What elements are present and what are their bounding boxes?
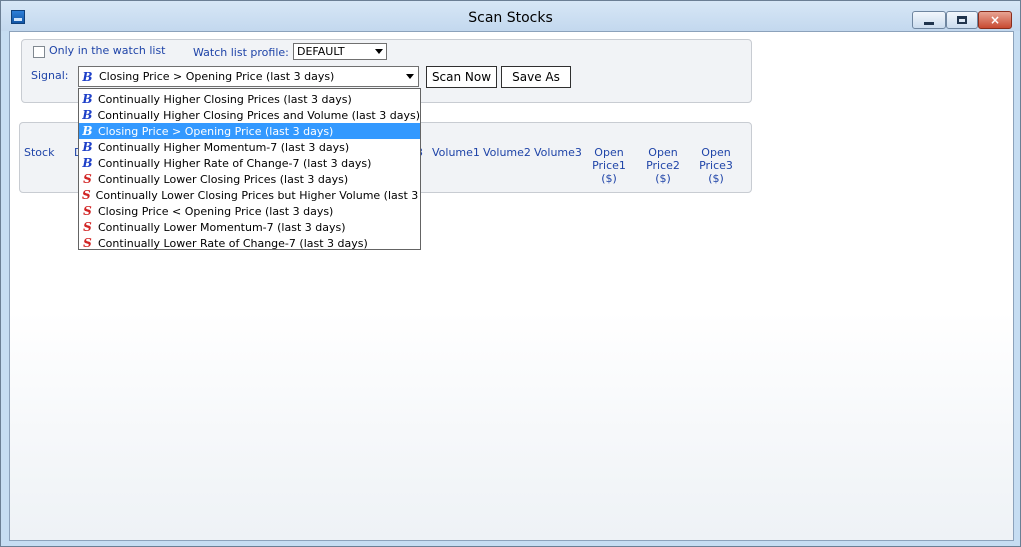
- close-button[interactable]: ×: [978, 11, 1012, 29]
- column-volume3[interactable]: Volume3: [534, 146, 582, 159]
- column-open-price2-line2: Price2 ($): [646, 159, 680, 185]
- buy-signal-icon: B: [82, 140, 93, 154]
- chevron-down-icon[interactable]: [402, 68, 417, 85]
- save-as-button[interactable]: Save As: [501, 66, 571, 88]
- title-bar[interactable]: Scan Stocks ×: [1, 1, 1020, 31]
- column-open-price1[interactable]: Open Price1 ($): [584, 146, 634, 185]
- watch-list-profile-label: Watch list profile:: [193, 46, 289, 59]
- buy-signal-icon: B: [82, 108, 93, 122]
- signal-option[interactable]: S Continually Lower Rate of Change-7 (las…: [79, 235, 420, 251]
- buy-signal-icon: B: [82, 156, 93, 170]
- signal-dropdown-list[interactable]: B Continually Higher Closing Prices (last…: [78, 88, 421, 250]
- column-open-price1-line1: Open: [594, 146, 624, 159]
- only-watch-list-label[interactable]: Only in the watch list: [49, 44, 166, 57]
- maximize-button[interactable]: [946, 11, 978, 29]
- signal-option-label: Continually Higher Closing Prices and Vo…: [97, 108, 420, 122]
- watch-list-profile-value: DEFAULT: [297, 45, 345, 58]
- column-open-price2-line1: Open: [648, 146, 678, 159]
- minimize-button[interactable]: [912, 11, 946, 29]
- signal-option[interactable]: B Continually Higher Rate of Change-7 (la…: [79, 155, 420, 171]
- signal-option-label: Continually Lower Closing Prices but Hig…: [95, 188, 420, 202]
- signal-option[interactable]: S Continually Lower Momentum-7 (last 3 da…: [79, 219, 420, 235]
- column-stock[interactable]: Stock: [24, 146, 54, 159]
- only-watch-list-checkbox[interactable]: [33, 46, 45, 58]
- signal-option-label: Continually Higher Closing Prices (last …: [98, 92, 352, 106]
- column-volume1[interactable]: Volume1: [432, 146, 480, 159]
- signal-option-label: Continually Lower Closing Prices (last 3…: [98, 172, 349, 186]
- minimize-icon: [924, 21, 934, 25]
- column-open-price2[interactable]: Open Price2 ($): [638, 146, 688, 185]
- chevron-down-icon[interactable]: [372, 45, 385, 58]
- signal-option-label: Continually Higher Momentum-7 (last 3 da…: [98, 140, 350, 154]
- column-open-price1-line2: Price1 ($): [592, 159, 626, 185]
- maximize-icon: [957, 16, 967, 24]
- signal-option[interactable]: B Closing Price > Opening Price (last 3 d…: [79, 123, 420, 139]
- sell-signal-icon: S: [82, 188, 91, 202]
- signal-option[interactable]: B Continually Higher Closing Prices (last…: [79, 91, 420, 107]
- sell-signal-icon: S: [83, 236, 92, 250]
- column-open-price3-line1: Open: [701, 146, 731, 159]
- signal-option-label: Closing Price > Opening Price (last 3 da…: [98, 124, 334, 138]
- close-icon: ×: [989, 13, 1001, 27]
- watch-list-profile-select[interactable]: DEFAULT: [293, 43, 387, 60]
- scan-stocks-window: Scan Stocks × Only in the watch list Wat…: [0, 0, 1021, 547]
- buy-signal-icon: B: [82, 92, 93, 106]
- signal-option[interactable]: B Continually Higher Momentum-7 (last 3 d…: [79, 139, 420, 155]
- client-area: Only in the watch list Watch list profil…: [9, 31, 1014, 541]
- signal-option[interactable]: S Continually Lower Closing Prices (last …: [79, 171, 420, 187]
- column-open-price3-line2: Price3 ($): [699, 159, 733, 185]
- signal-option-label: Continually Lower Momentum-7 (last 3 day…: [98, 220, 346, 234]
- buy-signal-icon: B: [82, 124, 93, 138]
- signal-option-label: Closing Price < Opening Price (last 3 da…: [98, 204, 334, 218]
- signal-option-label: Continually Lower Rate of Change-7 (last…: [98, 236, 368, 250]
- column-open-price3[interactable]: Open Price3 ($): [691, 146, 741, 185]
- window-title: Scan Stocks: [468, 10, 553, 26]
- sell-signal-icon: S: [83, 204, 92, 218]
- signal-select[interactable]: B Closing Price > Opening Price (last 3 …: [78, 66, 419, 87]
- signal-label: Signal:: [31, 69, 69, 82]
- signal-option-label: Continually Higher Rate of Change-7 (las…: [98, 156, 372, 170]
- signal-option[interactable]: S Closing Price < Opening Price (last 3 d…: [79, 203, 420, 219]
- buy-signal-icon: B: [82, 70, 93, 84]
- column-volume2[interactable]: Volume2: [483, 146, 531, 159]
- signal-value: Closing Price > Opening Price (last 3 da…: [99, 70, 335, 83]
- sell-signal-icon: S: [83, 220, 92, 234]
- scan-now-button[interactable]: Scan Now: [426, 66, 497, 88]
- sell-signal-icon: S: [83, 172, 92, 186]
- signal-option[interactable]: S Continually Lower Closing Prices but Hi…: [79, 187, 420, 203]
- signal-option[interactable]: B Continually Higher Closing Prices and V…: [79, 107, 420, 123]
